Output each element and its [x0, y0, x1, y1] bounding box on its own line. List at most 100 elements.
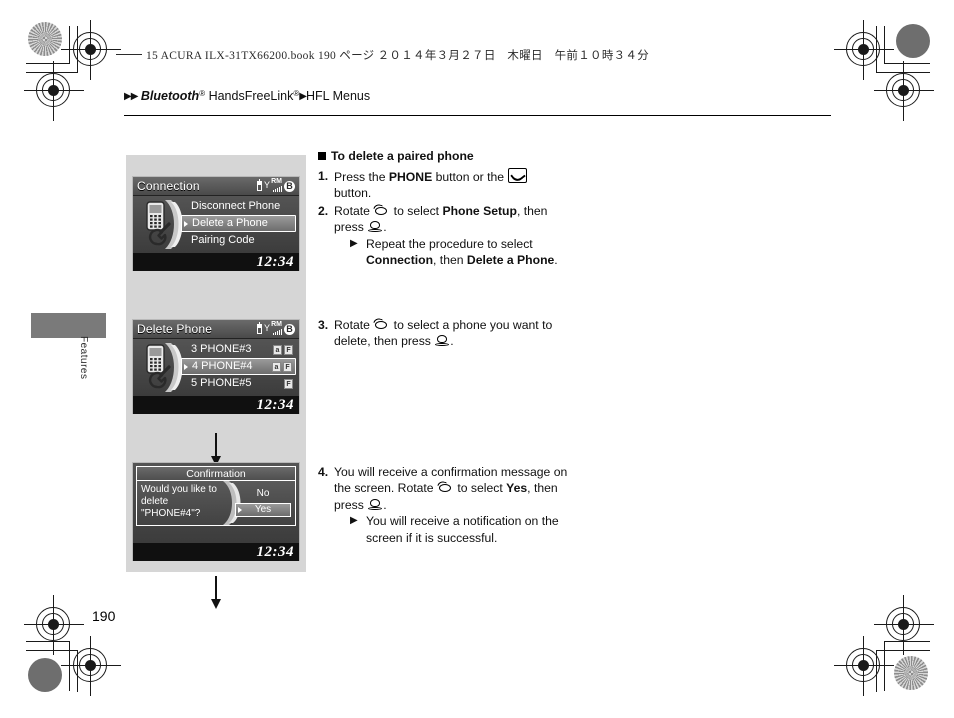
phone-name-label: 4 PHONE#4 [192, 360, 253, 372]
phone-name-label: 5 PHONE#5 [191, 377, 252, 389]
list-item-phone4[interactable]: 4 PHONE#4 a F [181, 358, 296, 375]
registration-crosshair-icon [24, 595, 84, 655]
crop-line [26, 63, 70, 64]
step-3: 3. Rotate to select a phone you want to d… [318, 316, 568, 350]
menu-item-pairing-code[interactable]: Pairing Code [181, 232, 296, 249]
step-text: . [450, 334, 454, 348]
menu-item-delete-a-phone[interactable]: Delete a Phone [181, 215, 296, 232]
section-heading: To delete a paired phone [318, 148, 568, 165]
crop-line [876, 72, 930, 73]
step-text: button or the [432, 169, 508, 184]
instructions-panel: To delete a paired phone 1. Press the PHO… [318, 148, 568, 547]
substep-text: Repeat the procedure to select [366, 236, 533, 251]
step-number: 3. [318, 317, 329, 332]
flow-arrow-icon [211, 576, 221, 609]
no-button[interactable]: No [235, 487, 291, 501]
substep-arrow-icon: ▶ [350, 237, 358, 249]
screen-title-bar: Delete Phone RM Y B [133, 320, 299, 339]
step-text: button. [334, 186, 372, 200]
antenna-icon: Y [264, 180, 271, 190]
confirmation-title: Confirmation [136, 466, 296, 481]
screen-delete-phone: Delete Phone RM Y B 3 PHONE#3 a F 4 PHON… [132, 319, 300, 414]
registration-crosshair-icon [834, 636, 894, 696]
flow-arrow-icon [211, 433, 221, 466]
screen-footer: 12:34 [133, 253, 299, 271]
screen-connection: Connection RM Y B Disconnect Phone Delet… [132, 176, 300, 271]
substep-text: , then [433, 253, 467, 267]
header-divider [124, 115, 831, 116]
step-2-substep: ▶ Repeat the procedure to select Connecti… [334, 236, 568, 269]
step-text: . [383, 497, 387, 512]
yes-button[interactable]: Yes [235, 503, 291, 517]
menu-list: Disconnect Phone Delete a Phone Pairing … [181, 198, 296, 249]
section-tab-label: Features [78, 336, 89, 380]
phone-button-label: PHONE [388, 169, 433, 184]
roaming-label: RM [271, 178, 282, 185]
press-knob-icon [368, 498, 383, 511]
registration-crosshair-icon [834, 20, 894, 80]
confirmation-body: Would you like to delete "PHONE#4"? No Y… [136, 481, 296, 526]
step-text: . [383, 220, 387, 234]
signal-bars [273, 329, 282, 335]
handsfree-icon: F [284, 344, 293, 355]
row-icon-group: a F [272, 361, 292, 372]
rotate-knob-icon [373, 316, 389, 331]
registration-dot-icon [896, 24, 930, 58]
rotate-knob-icon [437, 479, 453, 494]
crop-line [876, 26, 877, 72]
screen-title: Connection [137, 179, 200, 193]
clock: 12:34 [256, 254, 294, 270]
screen-title-bar: Connection RM Y B [133, 177, 299, 196]
signal-strength-icon: RM Y [264, 178, 282, 192]
phone-name-label: 3 PHONE#3 [191, 343, 252, 355]
list-item-phone3[interactable]: 3 PHONE#3 a F [181, 341, 296, 358]
registration-crosshair-icon [61, 20, 121, 80]
handsfree-icon: F [284, 378, 293, 389]
signal-bars [273, 186, 282, 192]
substep-arrow-icon: ▶ [350, 515, 358, 526]
menu-item-label: Pairing Code [191, 234, 255, 246]
registration-mark-top-right [824, 0, 954, 130]
step-text: to select [390, 203, 443, 218]
confirmation-message: Would you like to delete "PHONE#4"? [141, 484, 217, 519]
breadcrumb: ▶▶ Bluetooth® HandsFreeLink®▶HFL Menus [124, 89, 370, 103]
screen-confirmation: Confirmation Would you like to delete "P… [132, 462, 300, 561]
print-header-text: 15 ACURA ILX-31TX66200.book 190 ページ ２０１４… [146, 50, 650, 62]
registration-mark-top-left [0, 0, 130, 130]
row-icon-group: F [284, 378, 293, 389]
antenna-icon: Y [264, 323, 271, 333]
roaming-label: RM [271, 321, 282, 328]
yes-label: Yes [506, 481, 528, 495]
page-number: 190 [92, 608, 116, 624]
breadcrumb-arrow-icon: ▶ [299, 91, 307, 102]
clock: 12:34 [256, 544, 294, 560]
list-item-phone5[interactable]: 5 PHONE#5 F [181, 375, 296, 392]
registration-crosshair-icon [61, 636, 121, 696]
press-knob-icon [368, 220, 383, 233]
crop-line [884, 26, 885, 64]
crop-line [884, 641, 885, 691]
menu-item-label: Disconnect Phone [191, 200, 281, 212]
illustration-column: Connection RM Y B Disconnect Phone Delet… [126, 155, 306, 609]
battery-icon [257, 322, 262, 334]
crop-line [876, 650, 930, 651]
breadcrumb-item-hfl-menus: HFL Menus [305, 89, 371, 103]
confirmation-buttons: No Yes [235, 487, 291, 519]
crop-line [26, 650, 78, 651]
bluetooth-icon: B [284, 180, 295, 192]
handsfree-icon: F [283, 361, 292, 372]
step-number: 2. [318, 203, 329, 218]
crop-line [26, 72, 78, 73]
registration-crosshair-icon [874, 61, 934, 121]
menu-item-disconnect-phone[interactable]: Disconnect Phone [181, 198, 296, 215]
phone-setup-label: Phone Setup [442, 203, 517, 218]
crop-line [69, 641, 70, 691]
breadcrumb-item-handsfreelink: HandsFreeLink [205, 89, 294, 103]
crop-line [77, 26, 78, 72]
step-text: to select [453, 481, 507, 495]
breadcrumb-item-bluetooth: Bluetooth [140, 89, 200, 103]
status-icon-group: RM Y B [257, 321, 295, 335]
step-4: 4. You will receive a confirmation messag… [318, 464, 568, 547]
registration-dot-icon [28, 658, 62, 692]
